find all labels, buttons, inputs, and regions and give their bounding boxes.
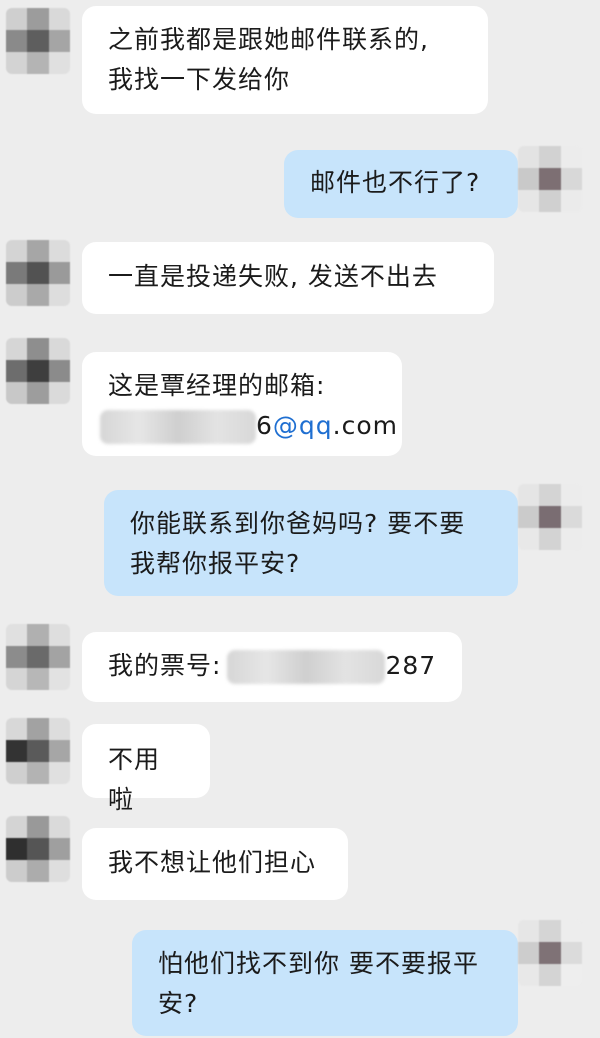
avatar[interactable] xyxy=(518,484,582,550)
message-text: 你能联系到你爸妈吗? 要不要 xyxy=(130,509,466,538)
ticket-suffix: 287 xyxy=(385,651,437,680)
avatar[interactable] xyxy=(6,718,70,784)
message-text: 不用啦 xyxy=(108,745,161,814)
email-suffix: 6 xyxy=(256,411,273,440)
message-bubble[interactable]: 我的票号: 287 xyxy=(82,632,462,702)
message-text: 我找一下发给你 xyxy=(108,65,291,94)
message-text: 安? xyxy=(158,989,199,1018)
ticket-label: 我的票号: xyxy=(108,651,222,680)
redacted-email xyxy=(100,410,256,444)
message-text: 之前我都是跟她邮件联系的, xyxy=(108,25,429,54)
email-domain: .com xyxy=(332,411,398,440)
message-text: 我帮你报平安? xyxy=(130,549,301,578)
message-bubble[interactable]: 我不想让他们担心 xyxy=(82,828,348,900)
message-text: 邮件也不行了? xyxy=(310,168,481,197)
message-text: 怕他们找不到你 要不要报平 xyxy=(158,949,479,978)
email-line: 6@qq.com xyxy=(100,406,397,446)
avatar[interactable] xyxy=(6,338,70,404)
redacted-ticket-number xyxy=(227,650,386,684)
message-bubble[interactable]: 怕他们找不到你 要不要报平 安? xyxy=(132,930,518,1036)
message-bubble[interactable]: 你能联系到你爸妈吗? 要不要 我帮你报平安? xyxy=(104,490,518,596)
avatar[interactable] xyxy=(6,816,70,882)
message-bubble[interactable]: 之前我都是跟她邮件联系的, 我找一下发给你 xyxy=(82,6,488,114)
avatar[interactable] xyxy=(518,146,582,212)
message-text: 一直是投递失败, 发送不出去 xyxy=(108,262,438,291)
email-link[interactable]: @qq xyxy=(273,411,333,440)
message-text: 这是覃经理的邮箱: xyxy=(108,371,326,400)
message-bubble[interactable]: 邮件也不行了? xyxy=(284,150,518,218)
avatar[interactable] xyxy=(518,920,582,986)
message-bubble[interactable]: 一直是投递失败, 发送不出去 xyxy=(82,242,494,314)
message-bubble[interactable]: 不用啦 xyxy=(82,724,210,814)
message-bubble[interactable]: 这是覃经理的邮箱: 6@qq.com xyxy=(82,352,402,456)
avatar[interactable] xyxy=(6,8,70,74)
message-text: 我不想让他们担心 xyxy=(108,848,317,877)
avatar[interactable] xyxy=(6,624,70,690)
avatar[interactable] xyxy=(6,240,70,306)
